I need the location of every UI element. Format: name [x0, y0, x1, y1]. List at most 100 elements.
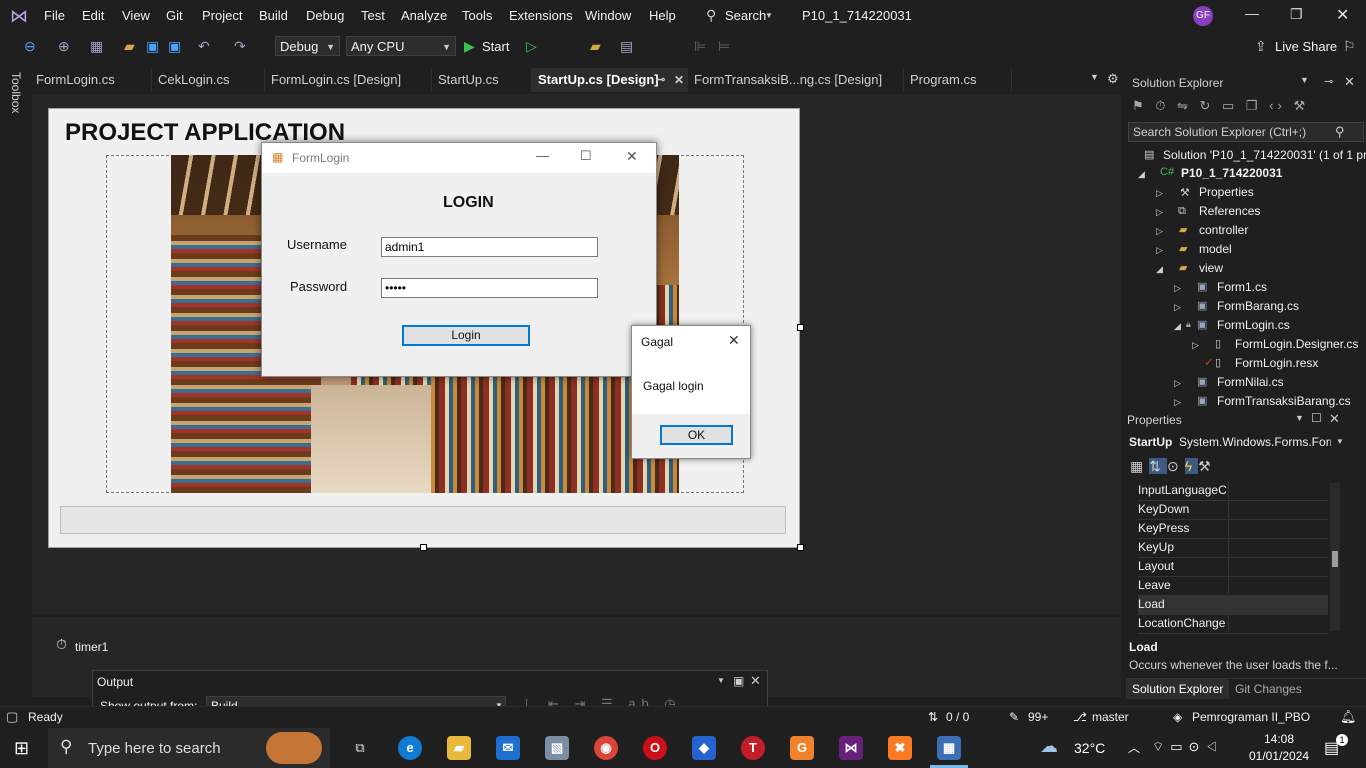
prop-value[interactable] [1228, 614, 1325, 632]
menu-window[interactable]: Window [585, 8, 631, 23]
tree-item-controller[interactable]: controller [1199, 223, 1248, 237]
menu-analyze[interactable]: Analyze [401, 8, 447, 23]
configuration-select[interactable]: Debug ▼ [275, 36, 340, 56]
solution-search-input[interactable]: Search Solution Explorer (Ctrl+;) ⚲ [1128, 122, 1364, 142]
login-button[interactable]: Login [402, 325, 530, 346]
collapsed-arrow-icon[interactable]: ▷ [1174, 302, 1181, 313]
menu-tools[interactable]: Tools [462, 8, 492, 23]
close-icon[interactable]: ✕ [1336, 5, 1349, 25]
xampp-icon[interactable]: ✖ [888, 736, 912, 760]
collapsed-arrow-icon[interactable]: ▷ [1156, 188, 1163, 199]
message-box[interactable]: Gagal ✕ Gagal login OK [631, 325, 751, 459]
close-icon[interactable]: ✕ [626, 148, 638, 165]
notification-bell-icon[interactable]: 🔔︎ [1340, 709, 1357, 725]
pin-icon[interactable]: ⊸ [656, 68, 665, 92]
photos-icon[interactable]: ▧ [545, 736, 569, 760]
menu-build[interactable]: Build [259, 8, 288, 23]
ok-button[interactable]: OK [660, 425, 733, 445]
forward-icon[interactable]: ⊕ [58, 37, 70, 55]
tree-item-form1[interactable]: Form1.cs [1217, 280, 1267, 294]
menu-test[interactable]: Test [361, 8, 385, 23]
tree-item-view[interactable]: view [1199, 261, 1223, 275]
file-explorer-icon[interactable]: ▰ [447, 736, 471, 760]
live-share-button[interactable]: Live Share [1275, 39, 1337, 54]
prop-row[interactable]: Leave [1138, 576, 1328, 596]
prop-value[interactable] [1228, 500, 1325, 518]
formlogin-titlebar[interactable]: ▦ FormLogin — ☐ ✕ [262, 143, 656, 173]
close-tab-icon[interactable]: ✕ [674, 68, 684, 92]
toolbox-tab[interactable]: Toolbox [9, 72, 23, 113]
tab-overflow-icon[interactable]: ▼ [1090, 72, 1099, 82]
resize-handle[interactable] [420, 544, 427, 551]
chrome-icon[interactable]: ◉ [594, 736, 618, 760]
prop-value[interactable] [1228, 538, 1325, 556]
tab-startup-cs[interactable]: StartUp.cs [432, 68, 532, 92]
prop-row[interactable]: Layout [1138, 557, 1328, 577]
pdf-app-icon[interactable]: G [790, 736, 814, 760]
search-icon[interactable]: ⚲ [706, 7, 716, 24]
close-icon[interactable]: ✕ [1329, 411, 1340, 427]
align-center-icon[interactable]: ⊨ [718, 37, 730, 55]
resize-handle[interactable] [797, 324, 804, 331]
tree-item-formlogin-designer[interactable]: FormLogin.Designer.cs [1235, 337, 1358, 351]
username-field[interactable] [381, 237, 598, 257]
pin-icon[interactable]: ⊸ [1324, 75, 1333, 88]
collapsed-arrow-icon[interactable]: ▷ [1156, 245, 1163, 256]
properties-scrollbar[interactable] [1330, 483, 1340, 631]
tray-chevron-icon[interactable]: ︿ [1128, 739, 1140, 756]
expanded-arrow-icon[interactable]: ◢ [1156, 264, 1163, 275]
mail-icon[interactable]: ✉ [496, 736, 520, 760]
tray-icons[interactable]: ⌔▭⊙◁ [1152, 739, 1224, 755]
menu-extensions[interactable]: Extensions [509, 8, 573, 23]
clock-time[interactable]: 14:08 [1264, 732, 1294, 746]
collapsed-arrow-icon[interactable]: ▷ [1174, 283, 1181, 294]
prop-value[interactable] [1228, 481, 1325, 499]
tree-item-formlogin[interactable]: FormLogin.cs [1217, 318, 1290, 332]
tab-formlogin-design[interactable]: FormLogin.cs [Design] [265, 68, 432, 92]
prop-value[interactable] [1228, 595, 1325, 613]
tab-git-changes[interactable]: Git Changes [1235, 682, 1302, 696]
menu-file[interactable]: File [44, 8, 65, 23]
status-edits[interactable]: 99+ [1028, 710, 1048, 724]
solution-node[interactable]: Solution 'P10_1_714220031' (1 of 1 pro [1163, 148, 1366, 162]
scrollbar-thumb[interactable] [1332, 551, 1338, 567]
app-t-icon[interactable]: T [741, 736, 765, 760]
live-share-icon[interactable]: ⇪ [1255, 37, 1267, 55]
timer1-component[interactable]: timer1 [75, 640, 108, 654]
edge-icon[interactable]: e [398, 736, 422, 760]
temperature[interactable]: 32°C [1074, 740, 1105, 756]
collapsed-arrow-icon[interactable]: ▷ [1174, 378, 1181, 389]
tree-item-formnilai[interactable]: FormNilai.cs [1217, 375, 1284, 389]
feedback-icon[interactable]: ⚐ [1343, 37, 1356, 55]
collapsed-arrow-icon[interactable]: ▷ [1174, 397, 1181, 408]
layout-icon[interactable]: ▤ [620, 37, 633, 55]
maximize-icon[interactable]: ☐ [580, 148, 592, 164]
prop-value[interactable] [1228, 557, 1325, 575]
running-form-icon[interactable]: ▦ [937, 736, 961, 760]
tab-startup-design[interactable]: StartUp.cs [Design] ⊸ ✕ [532, 68, 688, 92]
status-branch[interactable]: master [1092, 710, 1129, 724]
start-button[interactable]: Start [482, 39, 509, 54]
minimize-icon[interactable]: — [1245, 5, 1259, 21]
copilot-icon[interactable]: ◆ [692, 736, 716, 760]
collapsed-arrow-icon[interactable]: ▷ [1156, 207, 1163, 218]
task-view-icon[interactable]: ⧉ [348, 736, 372, 760]
prop-row[interactable]: LocationChange [1138, 614, 1328, 634]
close-icon[interactable]: ✕ [1344, 74, 1355, 90]
tab-solution-explorer[interactable]: Solution Explorer [1126, 679, 1230, 699]
chevron-down-icon[interactable]: ▼ [717, 676, 725, 685]
folder-icon[interactable]: ▰ [590, 37, 601, 55]
start-without-debug-icon[interactable]: ▷ [526, 37, 537, 55]
platform-select[interactable]: Any CPU ▼ [346, 36, 456, 56]
restore-icon[interactable]: ❐ [1290, 6, 1303, 23]
weather-cloud-icon[interactable]: ☁ [1040, 736, 1058, 757]
tab-program-cs[interactable]: Program.cs [904, 68, 1012, 92]
properties-toolbar[interactable]: ▦⇅⊙ϟ⚒ [1130, 458, 1217, 475]
status-lines[interactable]: 0 / 0 [946, 710, 969, 724]
project-node[interactable]: P10_1_714220031 [1181, 166, 1282, 180]
menu-view[interactable]: View [122, 8, 150, 23]
expanded-arrow-icon[interactable]: ◢ [1138, 169, 1145, 180]
start-icon[interactable]: ▶ [464, 37, 475, 55]
close-icon[interactable]: ✕ [750, 673, 761, 689]
menu-project[interactable]: Project [202, 8, 242, 23]
